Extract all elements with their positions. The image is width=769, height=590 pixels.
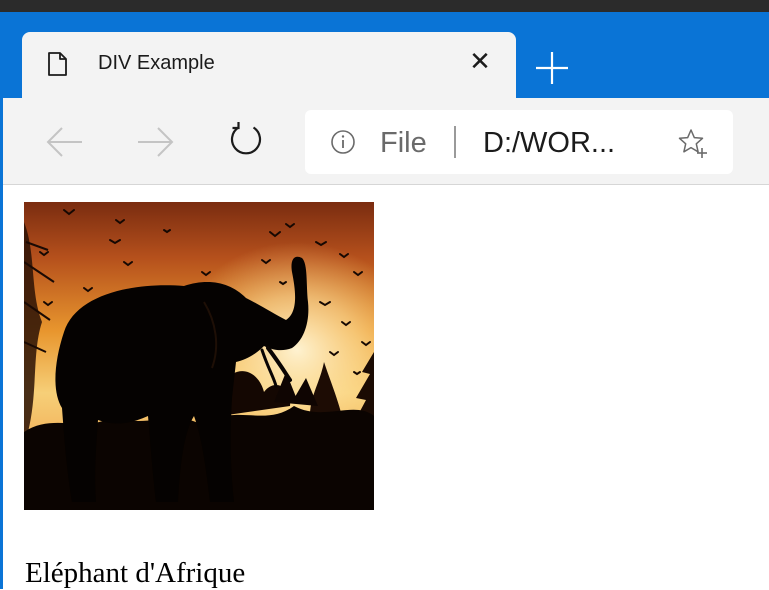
page-content: Eléphant d'Afrique xyxy=(3,185,769,589)
add-favorite-icon[interactable] xyxy=(677,127,709,159)
refresh-icon[interactable] xyxy=(224,118,268,162)
info-icon[interactable] xyxy=(330,129,356,155)
window-titlebar xyxy=(0,0,769,12)
url-text[interactable]: D:/WOR... xyxy=(483,127,615,160)
address-separator xyxy=(454,126,456,158)
tab-title: DIV Example xyxy=(98,52,215,74)
tab-close-icon[interactable]: ✕ xyxy=(465,47,495,77)
forward-arrow-icon[interactable] xyxy=(134,120,178,164)
image-caption: Eléphant d'Afrique xyxy=(25,557,246,589)
page-icon xyxy=(44,51,70,77)
back-arrow-icon[interactable] xyxy=(42,120,86,164)
elephant-photo xyxy=(24,202,374,510)
tab-div-example[interactable]: DIV Example ✕ xyxy=(22,32,516,98)
navigation-toolbar: File D:/WOR... xyxy=(0,98,769,184)
tab-strip: DIV Example ✕ xyxy=(0,12,769,98)
address-bar[interactable]: File D:/WOR... xyxy=(305,110,733,174)
scheme-label: File xyxy=(380,127,427,159)
plus-icon[interactable] xyxy=(530,46,574,90)
